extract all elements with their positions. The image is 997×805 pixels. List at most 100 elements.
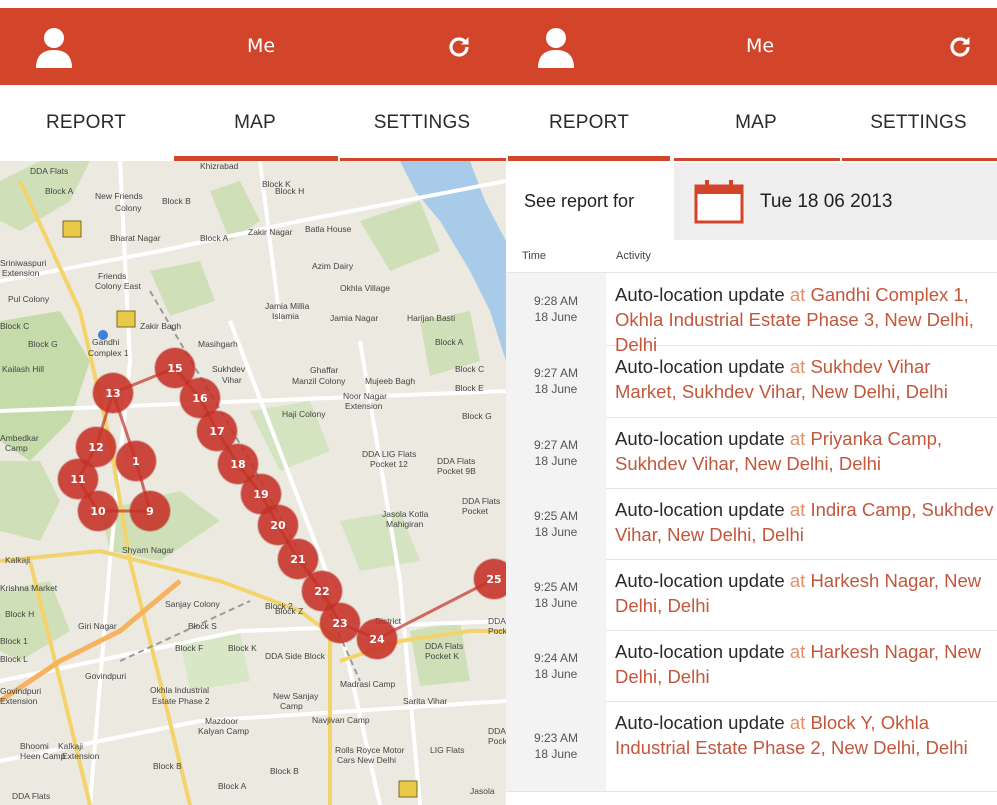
map-screen: Me REPORT MAP SETTINGS DDA Flats Block A…: [0, 0, 506, 805]
tab-divider: [842, 158, 997, 161]
refresh-icon[interactable]: [446, 34, 472, 60]
map-label: Ghaffar: [310, 365, 339, 375]
map-label: DDA Side Block: [265, 651, 325, 661]
map-view[interactable]: DDA Flats Block A New Friends Colony Block B…: [0, 161, 506, 805]
location-marker-1[interactable]: 1: [116, 441, 156, 481]
map-label: Noor Nagar: [343, 391, 387, 401]
location-marker-13[interactable]: 13: [93, 373, 133, 413]
map-label: Camp: [280, 701, 303, 711]
map-label: Block A: [435, 337, 464, 347]
location-marker-23[interactable]: 23: [320, 603, 360, 643]
map-label: Kalyan Camp: [198, 726, 250, 736]
report-row[interactable]: 9:23 AM 18 June Auto-location update at Bl…: [506, 701, 997, 792]
activity-at: at: [789, 428, 811, 449]
activity-text: Auto-location update: [615, 356, 790, 377]
map-label: Zakir Bagh: [140, 321, 182, 331]
activity-text: Auto-location update: [615, 641, 790, 662]
map-label: Pocket 9B: [437, 466, 476, 476]
report-row[interactable]: 9:25 AM 18 June Auto-location update at Ha…: [506, 559, 997, 631]
report-row[interactable]: 9:28 AM 18 June Auto-location update at Ga…: [506, 273, 997, 355]
map-label: DDA: [488, 726, 506, 736]
tab-map[interactable]: MAP: [672, 85, 840, 161]
tab-settings[interactable]: SETTINGS: [338, 85, 506, 161]
col-time-header: Time: [522, 250, 547, 262]
map-label: Mahigiran: [386, 519, 424, 529]
tab-report[interactable]: REPORT: [506, 85, 672, 161]
map-label: Okhla Village: [340, 283, 390, 293]
map-label: Block 1: [0, 636, 28, 646]
map-label: Pocket: [488, 736, 506, 746]
map-label: Pocket: [462, 506, 488, 516]
row-time: 9:28 AM: [533, 294, 579, 308]
report-date-bar: See report for Tue 18 06 2013: [506, 163, 997, 240]
map-label: Sarita Vihar: [403, 696, 448, 706]
map-label: Madrasi Camp: [340, 679, 396, 689]
map-label: Block F: [175, 643, 204, 653]
header-title: Me: [745, 35, 775, 57]
report-row[interactable]: 9:27 AM 18 June Auto-location update at Su…: [506, 345, 997, 418]
tab-report[interactable]: REPORT: [0, 85, 172, 161]
map-label: Khizrabad: [200, 161, 239, 171]
map-label: Block H: [5, 609, 35, 619]
row-time: 9:25 AM: [533, 579, 579, 594]
map-label: Pocket 12: [370, 459, 408, 469]
map-label: Block A: [45, 186, 74, 196]
date-picker-button[interactable]: Tue 18 06 2013: [674, 163, 997, 240]
col-activity-header: Activity: [616, 250, 651, 262]
map-label: Govindpuri: [0, 686, 42, 696]
map-label: Block E: [455, 383, 484, 393]
row-date: 18 June: [534, 666, 578, 681]
map-label: Friends: [98, 271, 127, 281]
location-marker-25[interactable]: 25: [474, 559, 506, 599]
map-label: Pocket: [488, 626, 506, 636]
map-label: New Sanjay: [273, 691, 319, 701]
refresh-icon[interactable]: [947, 34, 973, 60]
activity-text: Auto-location update: [615, 284, 790, 305]
activity-text: Auto-location update: [615, 428, 790, 449]
tab-divider: [674, 158, 840, 161]
row-activity: Auto-location update at Block Y, Okhla I…: [615, 710, 995, 760]
location-marker-9[interactable]: 9: [130, 491, 170, 531]
map-label: Jamia Millia: [265, 301, 310, 311]
user-icon[interactable]: [34, 26, 74, 68]
map-label: DDA Flats: [12, 791, 51, 801]
activity-text: Auto-location update: [615, 570, 790, 591]
row-activity: Auto-location update at Harkesh Nagar, N…: [615, 639, 995, 689]
user-icon[interactable]: [536, 26, 576, 68]
map-label: Block K: [228, 643, 257, 653]
map-label: Extension: [2, 268, 40, 278]
row-date: 18 June: [534, 453, 578, 468]
activity-at: at: [789, 284, 811, 305]
tab-map[interactable]: MAP: [172, 85, 338, 161]
map-label: Bharat Nagar: [110, 233, 161, 243]
map-label: DDA LIG Flats: [362, 449, 417, 459]
map-label: Estate Phase 2: [152, 696, 210, 706]
row-date: 18 June: [534, 595, 578, 610]
row-date: 18 June: [534, 524, 578, 539]
map-label: Colony East: [95, 281, 141, 291]
location-marker-12[interactable]: 12: [76, 427, 116, 467]
row-date: 18 June: [534, 382, 578, 396]
report-row[interactable]: 9:25 AM 18 June Auto-location update at In…: [506, 488, 997, 560]
report-row[interactable]: 9:24 AM 18 June Auto-location update at Ha…: [506, 630, 997, 702]
activity-at: at: [789, 712, 811, 733]
activity-at: at: [789, 641, 811, 662]
map-label: Block B: [153, 761, 182, 771]
row-activity: Auto-location update at Indira Camp, Suk…: [615, 497, 995, 547]
row-timestamp: 9:27 AM 18 June: [506, 345, 606, 417]
map-label: Pocket K: [425, 651, 460, 661]
row-time: 9:23 AM: [533, 731, 579, 745]
map-label: Extension: [62, 751, 100, 761]
activity-at: at: [789, 356, 811, 377]
map-label: Block G: [28, 339, 58, 349]
selected-date: Tue 18 06 2013: [760, 190, 893, 212]
report-screen: Me REPORT MAP SETTINGS See report for Tu…: [506, 0, 997, 805]
map-label: Azim Dairy: [312, 261, 354, 271]
tab-settings[interactable]: SETTINGS: [840, 85, 997, 161]
report-row[interactable]: 9:27 AM 18 June Auto-location update at Pr…: [506, 417, 997, 489]
activity-at: at: [789, 570, 811, 591]
location-marker-24[interactable]: 24: [357, 619, 397, 659]
map-label: Shyam Nagar: [122, 545, 174, 555]
row-date: 18 June: [534, 310, 578, 324]
map-label: Jasola Kotla: [382, 509, 429, 519]
